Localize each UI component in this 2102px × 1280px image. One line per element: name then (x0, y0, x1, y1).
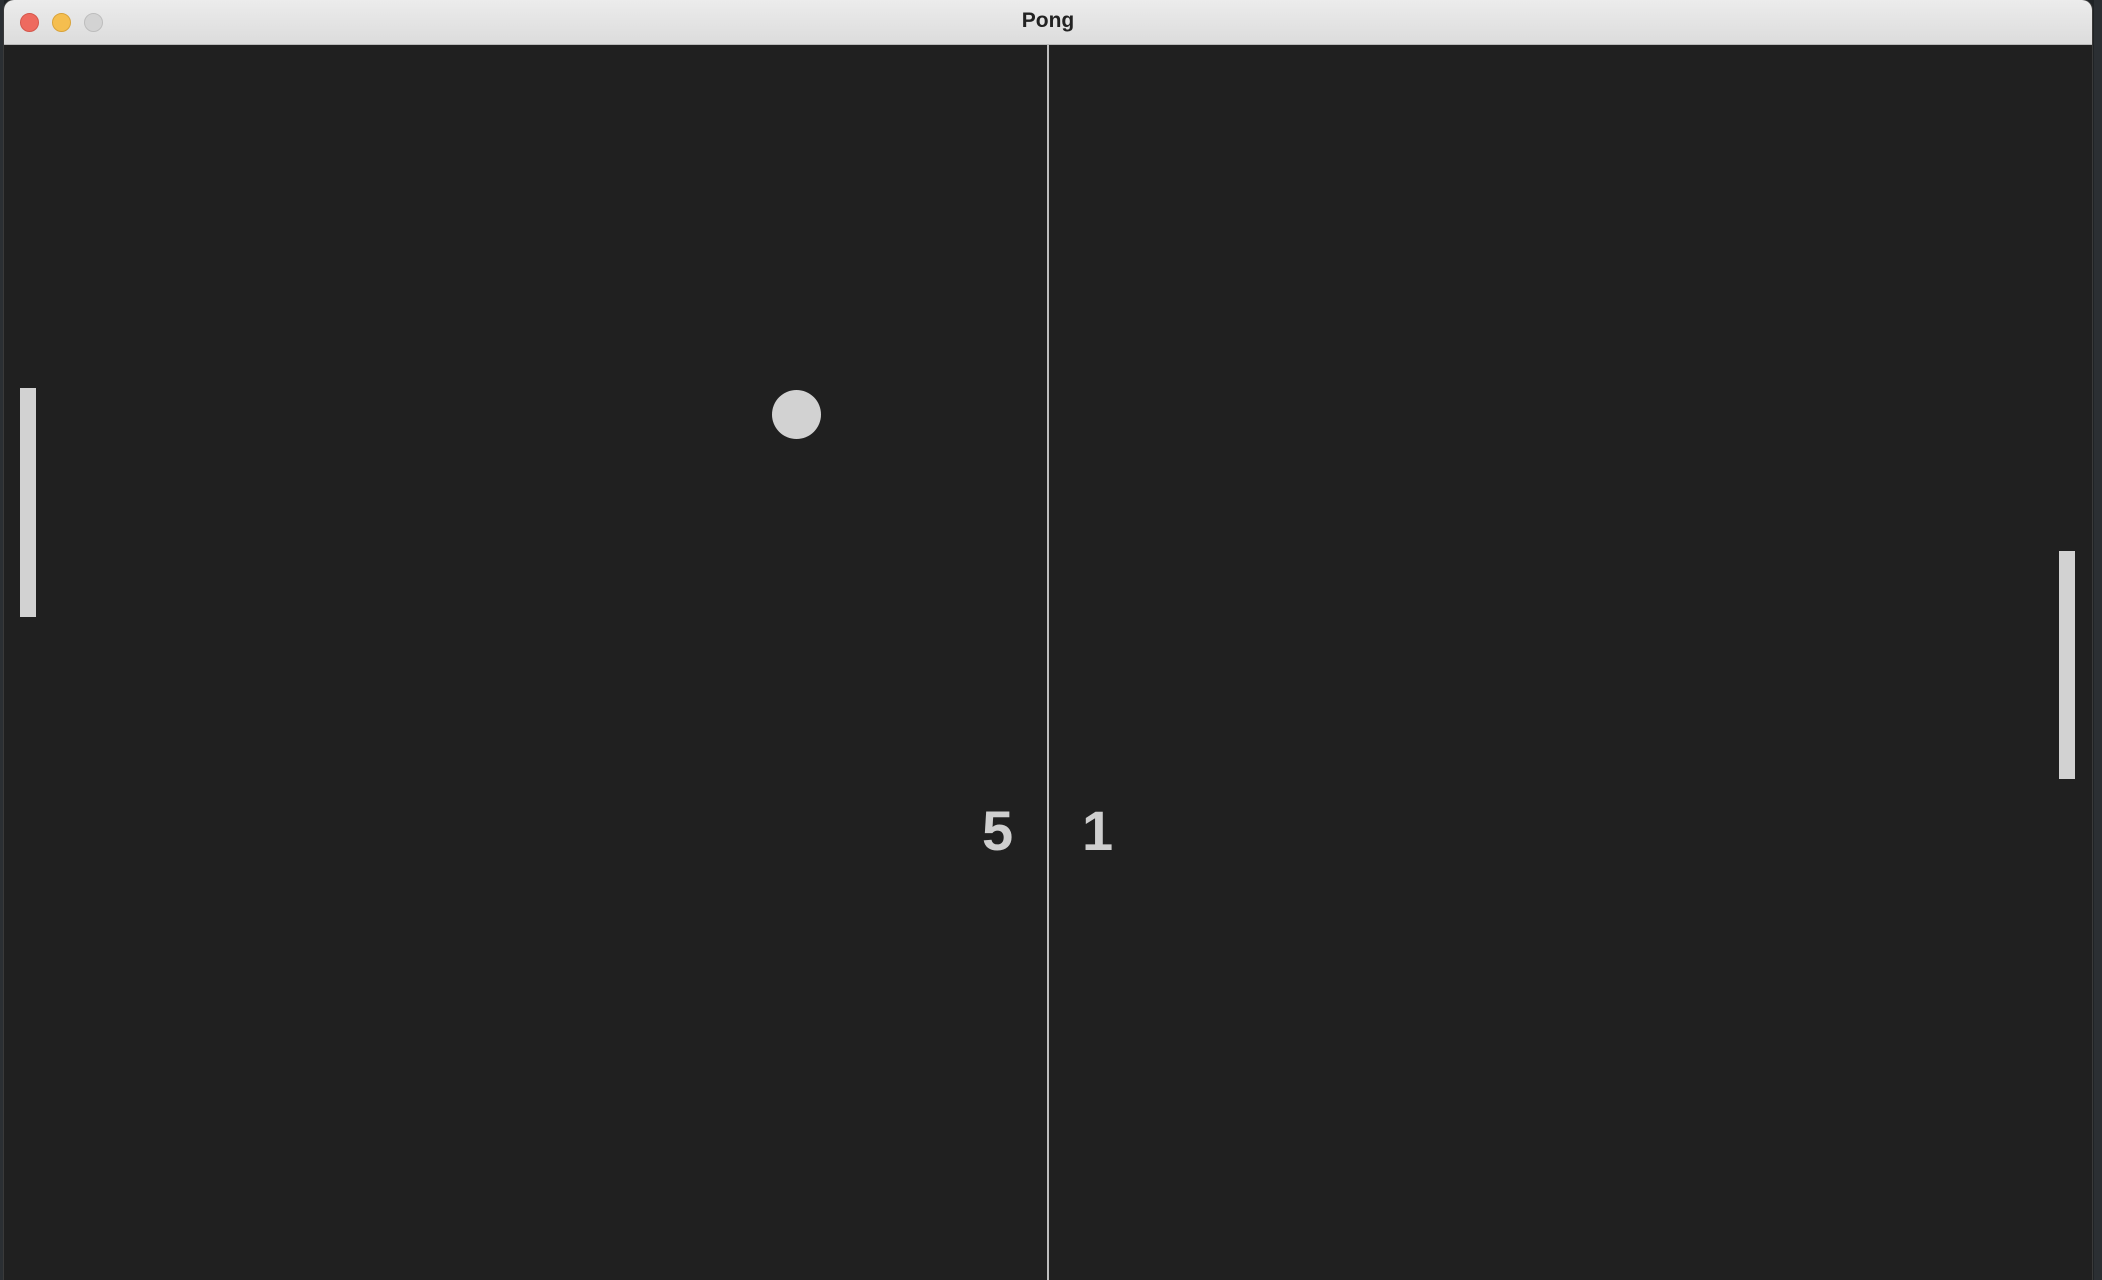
center-line (1047, 45, 1049, 1280)
ball (772, 390, 821, 439)
game-field[interactable]: 5 1 (4, 45, 2092, 1280)
right-score: 1 (1082, 799, 1114, 862)
right-paddle (2059, 551, 2075, 779)
left-paddle (20, 388, 36, 617)
window-title: Pong (1021, 9, 1075, 32)
right-desktop-edge (2094, 0, 2102, 1280)
title-bar[interactable]: Pong (4, 0, 2092, 45)
left-score: 5 (982, 799, 1014, 862)
pong-window: Pong 5 1 (4, 0, 2092, 1280)
